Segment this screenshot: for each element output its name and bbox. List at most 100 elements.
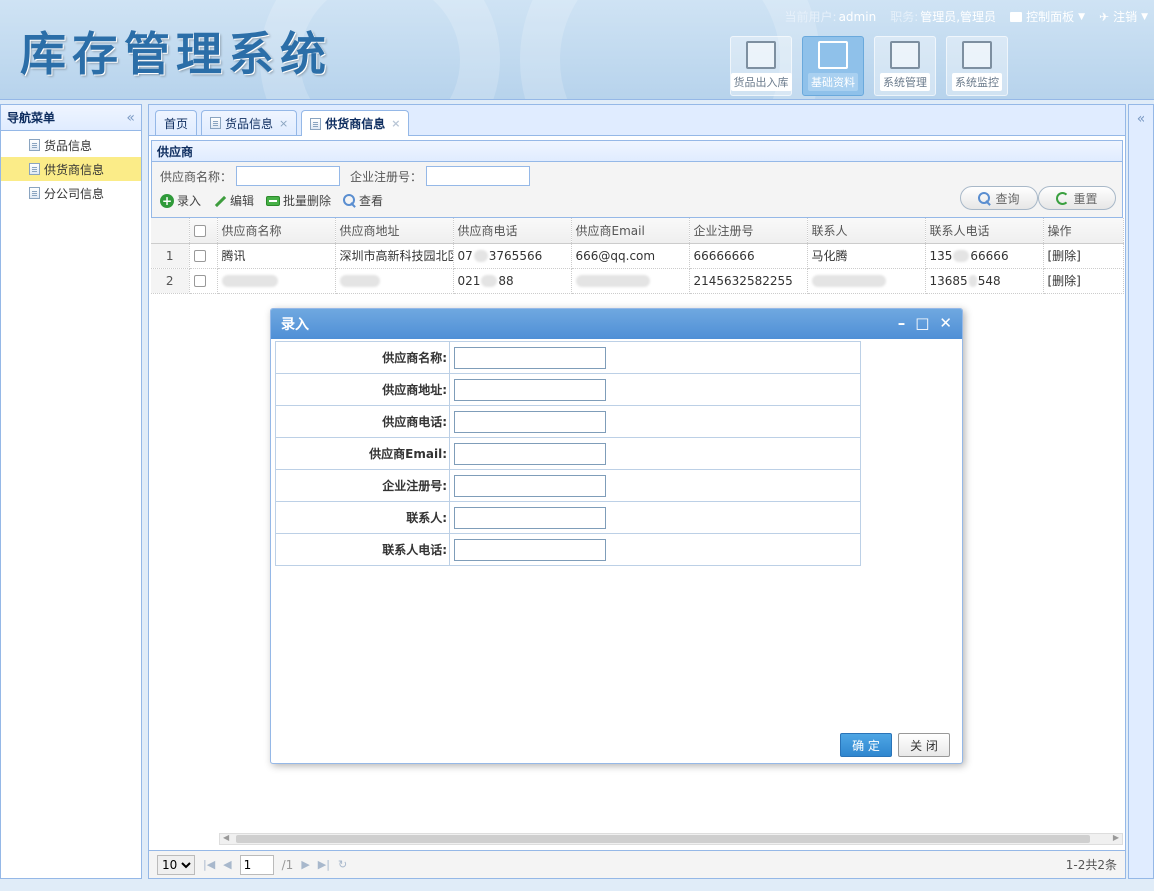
form-value-cell xyxy=(449,469,861,502)
nav-item-branches[interactable]: 分公司信息 xyxy=(1,181,141,205)
row-number-header xyxy=(151,218,190,244)
column-header[interactable]: 联系人电话 xyxy=(925,218,1044,244)
form-row: 联系人电话: xyxy=(275,533,861,566)
scroll-left-icon[interactable]: ◀ xyxy=(223,833,229,842)
query-button[interactable]: 查询 xyxy=(960,186,1038,210)
phone-part: 548 xyxy=(977,273,1001,288)
column-header[interactable]: 联系人 xyxy=(807,218,926,244)
prev-page-icon[interactable]: ◀ xyxy=(223,858,231,871)
supplier-address-cell xyxy=(335,268,454,294)
edit-button[interactable]: 编辑 xyxy=(213,192,254,209)
nav-panel-header: 导航菜单 « xyxy=(1,105,141,131)
expand-right-icon[interactable]: « xyxy=(1129,111,1153,127)
collapse-left-icon[interactable]: « xyxy=(126,110,135,126)
confirm-button[interactable]: 确 定 xyxy=(840,733,892,757)
nav-item-goods[interactable]: 货品信息 xyxy=(1,133,141,157)
tab-goods[interactable]: 货品信息 × xyxy=(201,110,298,135)
form-row: 供应商电话: xyxy=(275,405,861,438)
page-number-input[interactable] xyxy=(239,854,274,875)
delete-link[interactable]: [删除] xyxy=(1043,243,1124,269)
page-icon xyxy=(29,163,40,175)
search-icon xyxy=(978,191,991,205)
contact-field[interactable] xyxy=(454,506,606,529)
logout-menu[interactable]: ✈ 注销 ▼ xyxy=(1099,8,1148,25)
row-checkbox[interactable] xyxy=(193,275,206,287)
add-button[interactable]: + 录入 xyxy=(160,192,201,209)
reg-number-field[interactable] xyxy=(454,474,606,497)
nav-panel: 导航菜单 « 货品信息 供货商信息 分公司信息 xyxy=(0,104,142,879)
table-row[interactable]: 1 腾讯 深圳市高新科技园北区 07 3765566 666@qq.com 666… xyxy=(151,243,1124,269)
column-header[interactable]: 供应商名称 xyxy=(217,218,336,244)
contact-label: 联系人: xyxy=(275,501,450,534)
last-page-icon[interactable]: ▶| xyxy=(318,858,330,871)
redacted-text xyxy=(221,275,278,287)
supplier-address-cell: 深圳市高新科技园北区 xyxy=(335,243,454,269)
delete-link[interactable]: [删除] xyxy=(1043,268,1124,294)
column-header[interactable]: 企业注册号 xyxy=(689,218,808,244)
batch-delete-button[interactable]: 批量删除 xyxy=(266,192,331,209)
close-button[interactable]: 关 闭 xyxy=(898,733,950,757)
column-header[interactable]: 操作 xyxy=(1043,218,1124,244)
view-button[interactable]: 查看 xyxy=(343,192,383,209)
refresh-icon[interactable]: ↻ xyxy=(338,858,347,871)
minimize-icon[interactable]: – xyxy=(898,315,906,331)
first-page-icon[interactable]: |◀ xyxy=(203,858,215,871)
settings-icon xyxy=(890,41,920,69)
dialog-titlebar[interactable]: 录入 – □ ✕ xyxy=(271,309,962,339)
control-panel-menu[interactable]: 控制面板 ▼ xyxy=(1010,8,1085,25)
tab-bar: 首页 货品信息 × 供货商信息 × xyxy=(149,105,1125,136)
search-row: 供应商名称： 企业注册号： xyxy=(160,166,531,186)
page-icon xyxy=(29,139,40,151)
supplier-address-field[interactable] xyxy=(454,378,606,401)
close-tab-icon[interactable]: × xyxy=(279,117,288,130)
query-buttons: 查询 重置 xyxy=(960,186,1116,210)
table-row[interactable]: 2 021 88 2145632582255 13685 548 [删除] xyxy=(151,268,1124,294)
form-row: 企业注册号: xyxy=(275,469,861,502)
close-icon[interactable]: ✕ xyxy=(939,315,952,331)
supplier-phone-field[interactable] xyxy=(454,410,606,433)
module-system-monitor-button[interactable]: 系统监控 xyxy=(946,36,1008,96)
action-row: + 录入 编辑 批量删除 查看 xyxy=(160,192,383,209)
reg-number-cell: 66666666 xyxy=(689,243,808,269)
tab-suppliers[interactable]: 供货商信息 × xyxy=(301,110,410,136)
supplier-phone-cell: 07 3765566 xyxy=(453,243,572,269)
column-header[interactable]: 供应商电话 xyxy=(453,218,572,244)
contact-phone-label: 联系人电话: xyxy=(275,533,450,566)
module-basic-data-button[interactable]: 基础资料 xyxy=(802,36,864,96)
add-supplier-dialog: 录入 – □ ✕ 供应商名称: 供应商地址: 供应商电话: 供应商Email: … xyxy=(270,308,963,764)
supplier-name-cell xyxy=(217,268,336,294)
phone-part: 3765566 xyxy=(488,248,543,263)
pencil-icon xyxy=(213,194,227,208)
scrollbar-thumb[interactable] xyxy=(236,835,1090,843)
module-goods-io-button[interactable]: 货品出入库 xyxy=(730,36,792,96)
module-label: 系统管理 xyxy=(880,73,930,91)
reg-number-search-input[interactable] xyxy=(426,166,531,186)
supplier-name-search-input[interactable] xyxy=(236,166,341,186)
module-system-admin-button[interactable]: 系统管理 xyxy=(874,36,936,96)
nav-item-suppliers[interactable]: 供货商信息 xyxy=(1,157,141,181)
contact-phone-field[interactable] xyxy=(454,538,606,561)
select-all-cell xyxy=(189,218,218,244)
edit-icon xyxy=(818,41,848,69)
next-page-icon[interactable]: ▶ xyxy=(301,858,309,871)
reset-button[interactable]: 重置 xyxy=(1038,186,1116,210)
supplier-email-cell: 666@qq.com xyxy=(571,243,690,269)
maximize-icon[interactable]: □ xyxy=(915,315,929,331)
current-user-label: 当前用户: xyxy=(784,10,837,24)
tab-home[interactable]: 首页 xyxy=(155,110,198,135)
supplier-email-field[interactable] xyxy=(454,442,606,465)
control-panel-label: 控制面板 xyxy=(1026,10,1075,24)
row-checkbox[interactable] xyxy=(193,250,206,262)
app-logo-title: 库存管理系统 xyxy=(20,27,332,81)
horizontal-scrollbar[interactable]: ◀ ▶ xyxy=(219,833,1123,845)
add-label: 录入 xyxy=(177,194,202,208)
scroll-right-icon[interactable]: ▶ xyxy=(1113,833,1119,842)
nav-item-label: 货品信息 xyxy=(44,138,93,153)
form-value-cell xyxy=(449,437,861,470)
select-all-checkbox[interactable] xyxy=(193,224,206,237)
page-size-select[interactable]: 10 xyxy=(157,854,195,875)
close-tab-icon[interactable]: × xyxy=(391,117,400,130)
column-header[interactable]: 供应商Email xyxy=(571,218,690,244)
column-header[interactable]: 供应商地址 xyxy=(335,218,454,244)
supplier-name-field[interactable] xyxy=(454,346,606,369)
